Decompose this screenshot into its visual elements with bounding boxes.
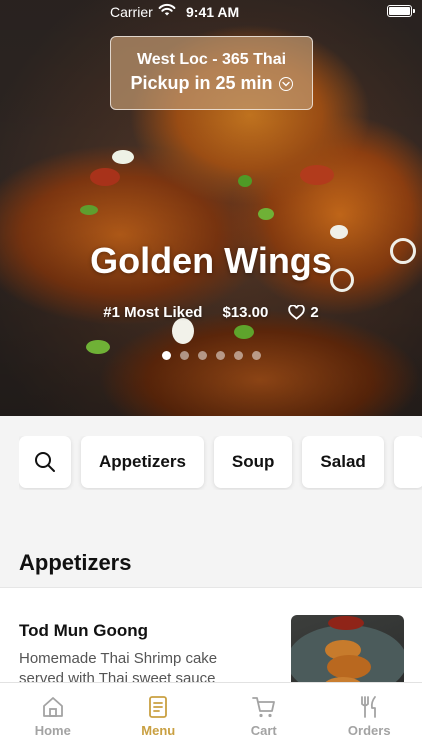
category-chip-soup[interactable]: Soup <box>213 436 293 488</box>
search-icon <box>35 452 55 472</box>
garnish-decoration <box>330 225 348 239</box>
tab-menu[interactable]: Menu <box>106 683 212 750</box>
battery-icon <box>387 5 415 17</box>
carousel-dot[interactable] <box>215 351 225 360</box>
carousel-indicator[interactable] <box>0 351 422 360</box>
category-chips: Appetizers Soup Salad <box>19 436 422 490</box>
garnish-decoration <box>234 325 254 339</box>
tab-orders[interactable]: Orders <box>317 683 422 750</box>
garnish-decoration <box>238 175 252 187</box>
tab-label: Orders <box>347 723 391 738</box>
featured-dish-meta: #1 Most Liked $13.00 2 <box>0 304 422 321</box>
home-icon <box>42 697 63 717</box>
tab-label: Home <box>34 723 71 738</box>
tab-cart[interactable]: Cart <box>211 683 317 750</box>
clock-label: 9:41 AM <box>186 4 240 20</box>
wifi-icon <box>158 3 176 16</box>
price-label: $13.00 <box>222 304 269 321</box>
like-button[interactable]: 2 <box>288 304 319 321</box>
tab-home[interactable]: Home <box>0 683 106 750</box>
rank-badge: #1 Most Liked <box>103 304 203 321</box>
pickup-time-label: Pickup in 25 min <box>130 73 273 93</box>
garnish-decoration <box>172 318 194 344</box>
section-heading: Appetizers <box>19 550 132 575</box>
fork-knife-icon <box>361 696 377 718</box>
sauce-decoration <box>90 168 120 186</box>
status-bar: Carrier 9:41 AM <box>0 0 422 24</box>
carousel-dot[interactable] <box>197 351 207 360</box>
heart-icon <box>288 305 306 320</box>
location-name: West Loc - 365 Thai <box>136 51 287 68</box>
carousel-dot[interactable] <box>161 351 171 360</box>
garnish-decoration <box>80 205 98 215</box>
search-button[interactable] <box>19 436 71 488</box>
menu-item-card[interactable]: Tod Mun Goong Homemade Thai Shrimp cake … <box>0 587 422 697</box>
featured-dish-title: Golden Wings <box>90 240 332 281</box>
menu-item-name: Tod Mun Goong <box>19 621 149 640</box>
menu-icon <box>149 696 168 718</box>
category-chip-salad[interactable]: Salad <box>302 436 384 488</box>
carrier-label: Carrier <box>110 4 153 20</box>
category-chip-appetizers[interactable]: Appetizers <box>81 436 204 488</box>
garnish-decoration <box>258 208 274 220</box>
carousel-dot[interactable] <box>179 351 189 360</box>
carousel-dot[interactable] <box>233 351 243 360</box>
bottom-tab-bar: Home Menu Cart Orders <box>0 682 422 750</box>
tab-label: Menu <box>141 723 176 738</box>
chevron-down-icon <box>278 76 293 91</box>
carousel-dot[interactable] <box>251 351 261 360</box>
cart-icon <box>251 697 275 718</box>
location-selector[interactable]: West Loc - 365 Thai Pickup in 25 min <box>110 36 313 110</box>
likes-count: 2 <box>310 304 319 321</box>
category-chip-more[interactable] <box>393 436 422 488</box>
tab-label: Cart <box>250 723 277 738</box>
sauce-decoration <box>300 165 334 185</box>
garnish-decoration <box>112 150 134 164</box>
